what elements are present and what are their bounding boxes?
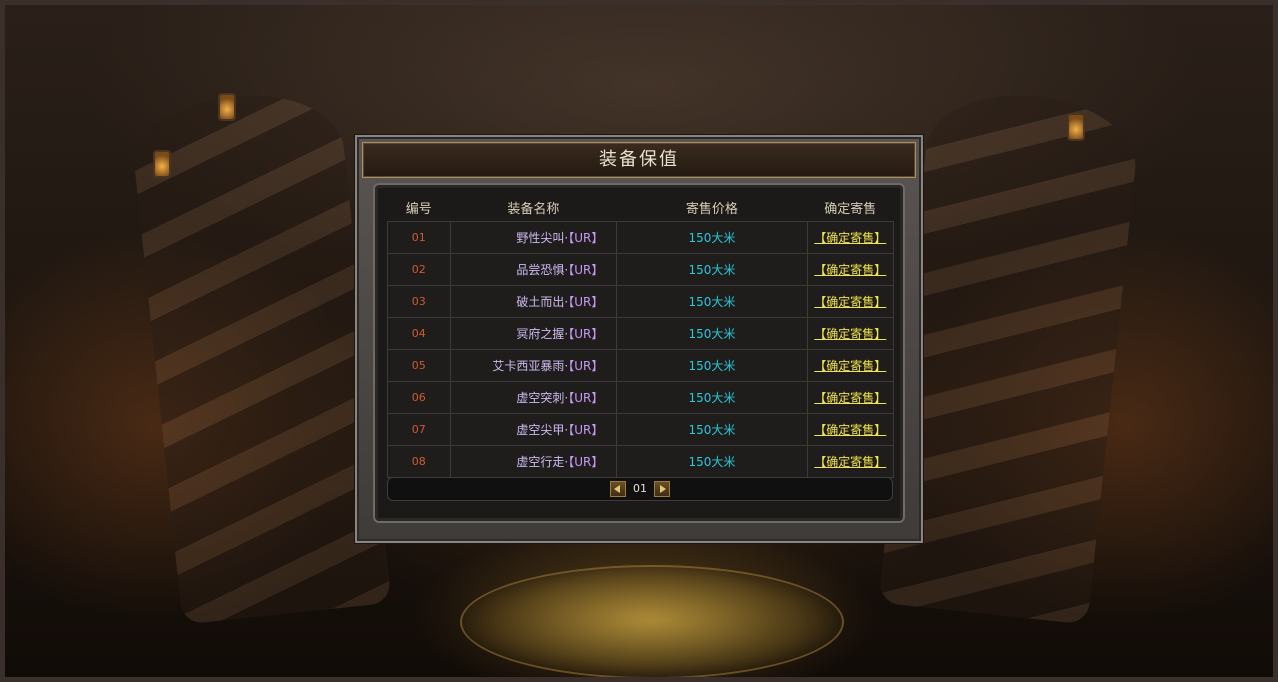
equipment-name-cell: 冥府之握·【UR】 [449,317,618,350]
equipment-name: 虚空尖甲· [516,423,569,437]
row-number: 06 [387,381,451,414]
equipment-name: 艾卡西亚暴雨· [492,359,569,373]
lantern-icon [1067,113,1085,141]
row-number: 02 [387,253,451,286]
dialog-content-panel: 编号 装备名称 寄售价格 确定寄售 01 野性尖叫·【UR】 150大米 【确定… [373,183,905,523]
price: 150大米 [616,253,808,286]
action-cell: 【确定寄售】 [806,285,895,318]
equipment-name-cell: 虚空尖甲·【UR】 [449,413,618,446]
grade-badge: 【UR】 [568,327,604,341]
pagination-bar: 01 [387,477,893,501]
grade-badge: 【UR】 [568,231,604,245]
equipment-name-cell: 虚空突刺·【UR】 [449,381,618,414]
confirm-consign-link[interactable]: 【确定寄售】 [814,295,886,309]
action-cell: 【确定寄售】 [806,317,895,350]
row-number: 03 [387,285,451,318]
table-row: 01 野性尖叫·【UR】 150大米 【确定寄售】 [387,221,895,254]
table-row: 03 破土而出·【UR】 150大米 【确定寄售】 [387,285,895,318]
price: 150大米 [616,349,808,382]
arrow-left-icon[interactable] [610,481,626,497]
grade-badge: 【UR】 [568,423,604,437]
lantern-icon [218,93,236,121]
header-action: 确定寄售 [824,201,877,217]
equipment-name-cell: 野性尖叫·【UR】 [449,221,618,254]
row-number: 07 [387,413,451,446]
equipment-name: 野性尖叫· [516,231,569,245]
grade-badge: 【UR】 [568,359,604,373]
action-cell: 【确定寄售】 [806,413,895,446]
action-cell: 【确定寄售】 [806,221,895,254]
equipment-name-cell: 品尝恐惧·【UR】 [449,253,618,286]
confirm-consign-link[interactable]: 【确定寄售】 [814,455,886,469]
header-price: 寄售价格 [685,201,738,217]
dialog-title: 装备保值 [362,142,916,178]
row-number: 05 [387,349,451,382]
table-row: 02 品尝恐惧·【UR】 150大米 【确定寄售】 [387,253,895,286]
row-number: 01 [387,221,451,254]
table-header-row: 编号 装备名称 寄售价格 确定寄售 [388,193,894,222]
table-row: 05 艾卡西亚暴雨·【UR】 150大米 【确定寄售】 [387,349,895,382]
action-cell: 【确定寄售】 [806,349,895,382]
equipment-name-cell: 破土而出·【UR】 [449,285,618,318]
equipment-name-cell: 艾卡西亚暴雨·【UR】 [449,349,618,382]
grade-badge: 【UR】 [568,295,604,309]
action-cell: 【确定寄售】 [806,381,895,414]
header-name: 装备名称 [507,201,560,217]
equipment-name: 破土而出· [516,295,569,309]
price: 150大米 [616,381,808,414]
confirm-consign-link[interactable]: 【确定寄售】 [814,327,886,341]
action-cell: 【确定寄售】 [806,445,895,478]
equipment-table: 编号 装备名称 寄售价格 确定寄售 01 野性尖叫·【UR】 150大米 【确定… [387,193,895,478]
confirm-consign-link[interactable]: 【确定寄售】 [814,359,886,373]
equipment-value-dialog: 装备保值 编号 装备名称 寄售价格 确定寄售 01 野性尖叫·【UR】 150大… [355,135,923,543]
table-row: 08 虚空行走·【UR】 150大米 【确定寄售】 [387,445,895,478]
confirm-consign-link[interactable]: 【确定寄售】 [814,391,886,405]
price: 150大米 [616,413,808,446]
header-num: 编号 [405,201,432,217]
confirm-consign-link[interactable]: 【确定寄售】 [814,263,886,277]
price: 150大米 [616,221,808,254]
action-cell: 【确定寄售】 [806,253,895,286]
row-number: 04 [387,317,451,350]
table-row: 04 冥府之握·【UR】 150大米 【确定寄售】 [387,317,895,350]
row-number: 08 [387,445,451,478]
equipment-name: 冥府之握· [516,327,569,341]
table-row: 07 虚空尖甲·【UR】 150大米 【确定寄售】 [387,413,895,446]
price: 150大米 [616,445,808,478]
grade-badge: 【UR】 [568,263,604,277]
equipment-name-cell: 虚空行走·【UR】 [449,445,618,478]
grade-badge: 【UR】 [568,391,604,405]
current-page: 01 [633,482,647,495]
confirm-consign-link[interactable]: 【确定寄售】 [814,423,886,437]
glowing-portal-decoration [460,565,844,677]
price: 150大米 [616,317,808,350]
equipment-name: 虚空突刺· [516,391,569,405]
confirm-consign-link[interactable]: 【确定寄售】 [814,231,886,245]
equipment-name: 品尝恐惧· [516,263,569,277]
arrow-right-icon[interactable] [654,481,670,497]
price: 150大米 [616,285,808,318]
grade-badge: 【UR】 [568,455,604,469]
equipment-name: 虚空行走· [516,455,569,469]
table-row: 06 虚空突刺·【UR】 150大米 【确定寄售】 [387,381,895,414]
lantern-icon [153,150,171,178]
